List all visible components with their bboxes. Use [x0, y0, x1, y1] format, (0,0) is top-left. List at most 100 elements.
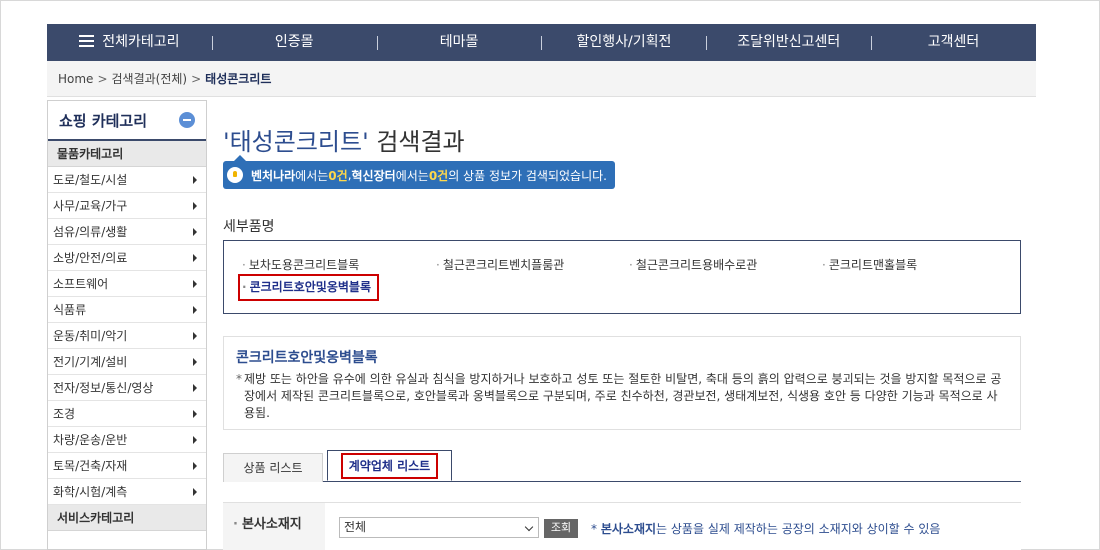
chevron-right-icon: [193, 175, 197, 184]
sidebar-item-label: 화학/시험/계측: [53, 484, 128, 499]
sidebar-item[interactable]: 사무/교육/가구: [48, 193, 206, 219]
subitem-link[interactable]: · 철근콘크리트용배수로관: [629, 256, 757, 273]
subitem-label: 콘크리트맨홀블록: [828, 258, 918, 272]
list-tabs: 상품 리스트 계약업체 리스트: [223, 450, 1021, 482]
sidebar-group-services[interactable]: 서비스카테고리: [48, 505, 206, 531]
tab-product-list[interactable]: 상품 리스트: [223, 453, 323, 482]
breadcrumb-current: 태성콘크리트: [205, 72, 272, 86]
sidebar-item-label: 운동/취미/악기: [53, 328, 128, 343]
sidebar-item-label: 소프트웨어: [53, 276, 109, 291]
info-site-venture[interactable]: 벤처나라: [251, 167, 295, 184]
bullet-dot: ·: [242, 280, 247, 294]
search-button[interactable]: 조회: [544, 519, 578, 538]
chevron-down-icon: [524, 522, 534, 532]
nav-item-customer-center[interactable]: 고객센터: [871, 24, 1036, 61]
sidebar-header: 쇼핑 카테고리: [48, 101, 206, 141]
bullet-dot: ·: [233, 517, 238, 532]
sidebar-item[interactable]: 섬유/의류/생활: [48, 219, 206, 245]
sidebar-item[interactable]: 소방/안전/의료: [48, 245, 206, 271]
nav-item-violation-report[interactable]: 조달위반신고센터: [706, 24, 871, 61]
info-text: 에서는: [395, 168, 429, 183]
breadcrumb: Home > 검색결과(전체) > 태성콘크리트: [47, 61, 1036, 97]
sidebar-item[interactable]: 조경: [48, 401, 206, 427]
sidebar-item[interactable]: 전기/기계/설비: [48, 349, 206, 375]
subitem-link[interactable]: · 보차도용콘크리트블록: [242, 256, 359, 273]
sidebar-title: 쇼핑 카테고리: [59, 111, 148, 130]
chevron-right-icon: [193, 461, 197, 470]
subitem-label: 철근콘크리트용배수로관: [635, 258, 758, 272]
page-title-suffix: 검색결과: [368, 128, 465, 156]
filter-note: * 본사소재지는 상품을 실제 제작하는 공장의 소재지와 상이할 수 있음: [591, 520, 940, 537]
description-star: *: [236, 372, 242, 386]
breadcrumb-separator: >: [191, 71, 202, 86]
location-select-value: 전체: [344, 520, 367, 534]
top-navigation: 전체카테고리 인증몰 테마몰 할인행사/기획전 조달위반신고센터 고객센터: [47, 24, 1036, 61]
sidebar-item[interactable]: 식품류: [48, 297, 206, 323]
sidebar-item[interactable]: 전자/정보/통신/영상: [48, 375, 206, 401]
sidebar-group-goods: 물품카테고리: [48, 141, 206, 167]
subitem-label: 콘크리트호안및옹벽블록: [249, 280, 372, 294]
sidebar-item[interactable]: 운동/취미/악기: [48, 323, 206, 349]
breadcrumb-search-results[interactable]: 검색결과(전체): [112, 70, 188, 87]
chevron-right-icon: [193, 383, 197, 392]
nav-all-category-label: 전체카테고리: [102, 34, 180, 50]
lightbulb-icon: [227, 167, 243, 183]
sidebar-item-label: 소방/안전/의료: [53, 250, 128, 265]
sidebar-item-label: 차량/운송/운반: [53, 432, 128, 447]
info-text: 의 상품 정보가 검색되었습니다.: [448, 168, 607, 183]
sidebar-item[interactable]: 화학/시험/계측: [48, 479, 206, 505]
hamburger-icon: [79, 35, 95, 47]
bullet-dot: ·: [242, 258, 246, 272]
info-site-innovation[interactable]: 혁신장터: [352, 167, 396, 184]
filter-label: · 본사소재지: [223, 503, 325, 550]
description-box: 콘크리트호안및옹벽블록 * 제방 또는 하안을 유수에 의한 유실과 침식을 방…: [223, 336, 1021, 430]
subitem-link[interactable]: · 콘크리트맨홀블록: [822, 256, 917, 273]
description-title: 콘크리트호안및옹벽블록: [236, 350, 378, 366]
note-prefix: *: [591, 522, 601, 536]
collapse-minus-icon[interactable]: [179, 112, 195, 128]
info-text: 에서는: [295, 168, 329, 183]
nav-all-category[interactable]: 전체카테고리: [47, 24, 212, 61]
nav-item-certified-mall[interactable]: 인증몰: [211, 24, 377, 61]
chevron-right-icon: [193, 201, 197, 210]
sidebar-item-label: 전자/정보/통신/영상: [53, 380, 154, 395]
category-sidebar: 쇼핑 카테고리 물품카테고리 도로/철도/시설사무/교육/가구섬유/의류/생활소…: [47, 100, 207, 550]
breadcrumb-home[interactable]: Home: [58, 72, 93, 86]
tab-contractor-list-label: 계약업체 리스트: [340, 453, 439, 479]
sidebar-item[interactable]: 차량/운송/운반: [48, 427, 206, 453]
filter-label-text: 본사소재지: [241, 517, 302, 532]
sidebar-item[interactable]: 토목/건축/자재: [48, 453, 206, 479]
subitem-label: 보차도용콘크리트블록: [248, 258, 360, 272]
description-text: * 제방 또는 하안을 유수에 의한 유실과 침식을 방지하거나 보호하고 성토…: [236, 371, 1006, 422]
chevron-right-icon: [193, 253, 197, 262]
sidebar-item[interactable]: 소프트웨어: [48, 271, 206, 297]
sidebar-item-label: 사무/교육/가구: [53, 198, 128, 213]
chevron-right-icon: [193, 331, 197, 340]
note-rest: 는 상품을 실제 제작하는 공장의 소재지와 상이할 수 있음: [656, 522, 941, 536]
tab-contractor-list[interactable]: 계약업체 리스트: [327, 450, 452, 481]
sidebar-item-label: 전기/기계/설비: [53, 354, 128, 369]
sidebar-item[interactable]: 도로/철도/시설: [48, 167, 206, 193]
info-count-innovation: 0건: [428, 168, 449, 183]
nav-item-theme-mall[interactable]: 테마몰: [376, 24, 542, 61]
location-select[interactable]: 전체: [339, 517, 539, 538]
chevron-right-icon: [193, 487, 197, 496]
chevron-right-icon: [193, 279, 197, 288]
sidebar-item-label: 토목/건축/자재: [53, 458, 128, 473]
bullet-dot: ·: [436, 258, 440, 272]
chevron-right-icon: [193, 357, 197, 366]
subitem-label: 철근콘크리트벤치플룸관: [442, 258, 565, 272]
section-heading-subitems: 세부품명: [223, 219, 275, 235]
chevron-right-icon: [193, 227, 197, 236]
chevron-right-icon: [193, 305, 197, 314]
nav-item-promotions[interactable]: 할인행사/기획전: [541, 24, 706, 61]
subitem-link[interactable]: · 철근콘크리트벤치플룸관: [436, 256, 564, 273]
page-title: '태성콘크리트' 검색결과: [223, 122, 465, 157]
sidebar-item-label: 섬유/의류/생활: [53, 224, 128, 239]
bullet-dot: ·: [629, 258, 633, 272]
info-count-venture: 0건: [328, 168, 348, 183]
subitem-link-selected[interactable]: · 콘크리트호안및옹벽블록: [238, 274, 380, 301]
chevron-right-icon: [193, 409, 197, 418]
sidebar-item-label: 조경: [53, 406, 76, 421]
sidebar-item-label: 도로/철도/시설: [53, 172, 128, 187]
